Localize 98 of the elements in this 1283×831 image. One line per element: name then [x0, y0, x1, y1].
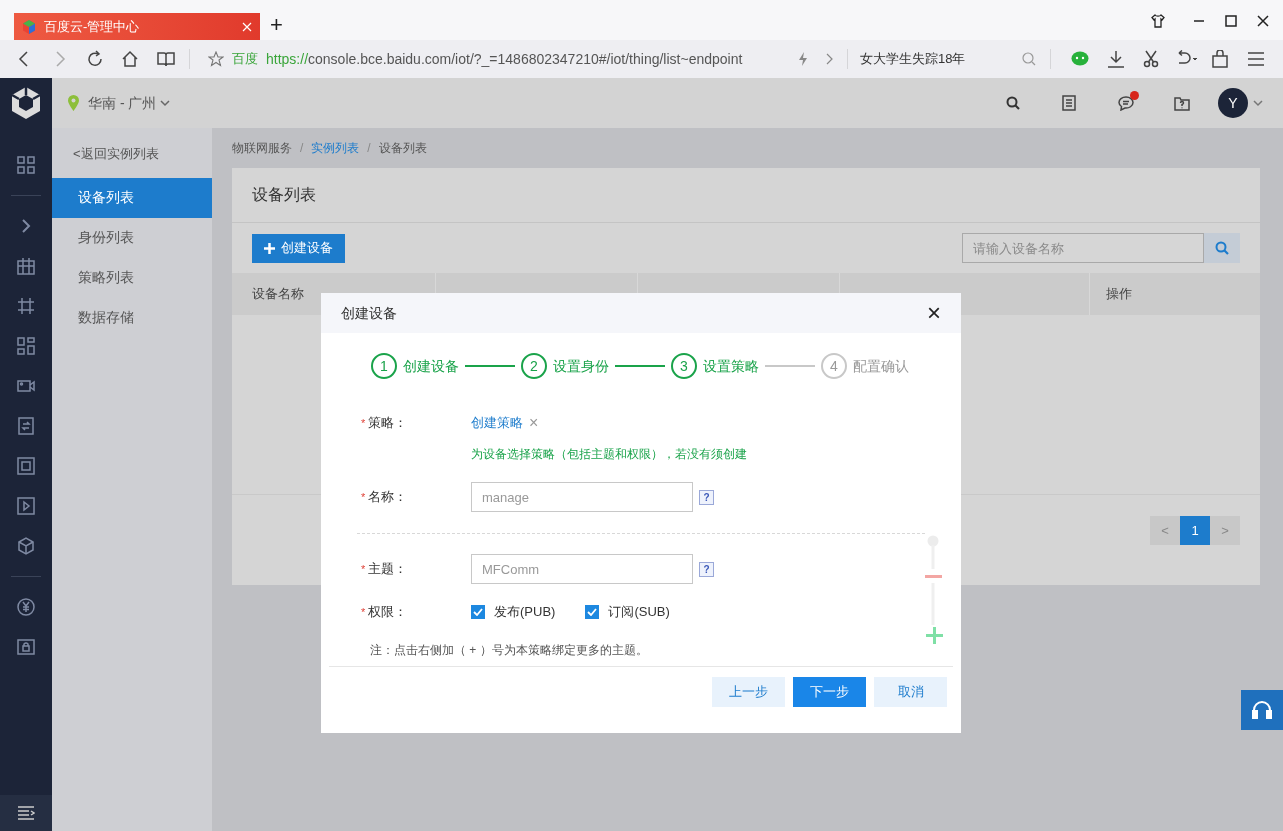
chat-icon[interactable] — [1118, 95, 1134, 111]
column-header: 操作 — [1106, 285, 1132, 304]
step-number: 4 — [821, 353, 847, 379]
box-icon[interactable] — [17, 537, 35, 555]
create-policy-link[interactable]: 创建策略 — [471, 413, 523, 433]
step-number: 2 — [521, 353, 547, 379]
breadcrumb-item: 设备列表 — [378, 140, 427, 157]
search-field[interactable]: 请输入设备名称 — [962, 233, 1204, 263]
user-avatar[interactable]: Y — [1218, 88, 1248, 118]
column-header: 设备名称 — [252, 285, 304, 304]
note-text: 注：点击右侧加（ + ）号为本策略绑定更多的主题。 — [370, 642, 649, 659]
book-icon[interactable] — [157, 51, 175, 67]
required-asterisk: * — [361, 604, 366, 620]
chip-icon[interactable] — [17, 457, 35, 475]
dialog-button[interactable]: 上一步 — [712, 677, 785, 707]
required-asterisk: * — [361, 415, 366, 431]
scissors-icon[interactable] — [1143, 50, 1159, 68]
step-label: 创建设备 — [403, 356, 459, 376]
search-icon[interactable] — [1006, 96, 1020, 110]
headset-icon — [1251, 700, 1273, 720]
frame-icon[interactable] — [17, 297, 35, 315]
sidebar-item[interactable]: 身份列表 — [52, 217, 212, 258]
search-box-text[interactable]: 女大学生失踪18年 — [860, 49, 1022, 69]
text-field[interactable]: manage — [471, 482, 693, 512]
new-tab-button[interactable]: + — [270, 12, 283, 38]
card-title: 设备列表 — [252, 185, 316, 205]
maximize-icon[interactable] — [1225, 15, 1237, 27]
cube-logo-icon — [22, 19, 36, 34]
policy-hint: 为设备选择策略（包括主题和权限），若没有须创建 — [471, 446, 747, 463]
sidebar-item[interactable]: 策略列表 — [52, 257, 212, 298]
download-icon[interactable] — [1107, 50, 1125, 68]
location-pin-icon — [68, 95, 79, 111]
dialog-title: 创建设备 — [341, 303, 398, 323]
lightning-icon[interactable] — [798, 52, 808, 66]
required-asterisk: * — [361, 489, 366, 505]
dialog-button[interactable]: 取消 — [874, 677, 947, 707]
breadcrumb-item: 物联网服务 — [232, 140, 292, 157]
field-label: 权限： — [368, 603, 408, 622]
grid-icon[interactable] — [17, 156, 35, 174]
required-asterisk: * — [361, 561, 366, 577]
region-selector[interactable]: 华南 - 广州 — [88, 92, 157, 114]
exchange-icon[interactable] — [17, 417, 35, 435]
step-number: 1 — [371, 353, 397, 379]
create-device-button[interactable]: 创建设备 — [252, 233, 345, 263]
help-badge[interactable]: ? — [699, 561, 714, 577]
home-icon[interactable] — [121, 50, 139, 68]
checkbox[interactable] — [471, 605, 485, 619]
browser-tab[interactable]: 百度云-管理中心 — [14, 13, 260, 40]
back-link[interactable]: <返回实例列表 — [73, 144, 159, 164]
remove-button[interactable]: × — [529, 415, 539, 431]
yuan-coin-icon[interactable] — [17, 598, 35, 616]
step-number: 3 — [671, 353, 697, 379]
page-button[interactable]: 1 — [1180, 516, 1210, 545]
building-icon[interactable] — [17, 257, 35, 275]
field-label: 策略： — [368, 414, 408, 433]
close-icon[interactable] — [1257, 15, 1269, 27]
checkbox-label: 订阅(SUB) — [608, 603, 670, 622]
document-list-icon[interactable] — [1062, 95, 1076, 111]
close-button[interactable]: × — [927, 301, 941, 325]
step-label: 设置策略 — [703, 356, 759, 376]
lock-screen-icon[interactable] — [17, 638, 35, 656]
plus-icon — [264, 242, 275, 254]
dialog-button[interactable]: 下一步 — [793, 677, 866, 707]
bag-icon[interactable] — [1212, 50, 1228, 68]
breadcrumb-separator: / — [367, 140, 371, 157]
chevron-right-icon[interactable] — [825, 53, 833, 65]
camera-icon[interactable] — [17, 377, 35, 395]
address-url[interactable]: https://console.bce.baidu.com/iot/?_=1486802347210#/iot/thing/list~endpoint — [266, 48, 776, 70]
help-folder-icon[interactable] — [1174, 95, 1190, 111]
cube-logo-icon[interactable] — [10, 86, 42, 120]
field-label: 名称： — [368, 488, 408, 507]
plus-icon — [926, 627, 943, 644]
search-icon — [1215, 241, 1229, 255]
step-label: 配置确认 — [853, 356, 909, 376]
shirt-icon[interactable] — [1151, 14, 1165, 28]
checkbox[interactable] — [585, 605, 600, 619]
reload-icon[interactable] — [86, 50, 104, 68]
field-label: 主题： — [368, 560, 408, 579]
play-icon[interactable] — [17, 497, 35, 515]
step-label: 设置身份 — [553, 356, 609, 376]
chevron-down-icon[interactable] — [1253, 99, 1263, 107]
sidebar-item[interactable]: 设备列表 — [52, 177, 212, 218]
text-field[interactable]: MFComm — [471, 554, 693, 584]
search-button[interactable] — [1204, 233, 1240, 263]
breadcrumb-separator: / — [300, 140, 304, 157]
site-label: 百度 — [232, 50, 258, 69]
tab-title: 百度云-管理中心 — [44, 17, 141, 36]
sidebar-item[interactable]: 数据存储 — [52, 297, 212, 338]
menu-icon[interactable] — [1247, 52, 1265, 66]
support-button[interactable] — [1241, 690, 1283, 730]
help-badge[interactable]: ? — [699, 489, 714, 505]
chat-bubble-icon[interactable] — [1071, 51, 1089, 67]
star-icon[interactable] — [208, 51, 224, 67]
collapse-menu-icon[interactable] — [17, 806, 35, 820]
minus-icon — [925, 574, 942, 578]
chevron-down-icon[interactable] — [160, 99, 171, 107]
checkbox-label: 发布(PUB) — [494, 603, 556, 622]
layout-icon[interactable] — [17, 337, 35, 355]
